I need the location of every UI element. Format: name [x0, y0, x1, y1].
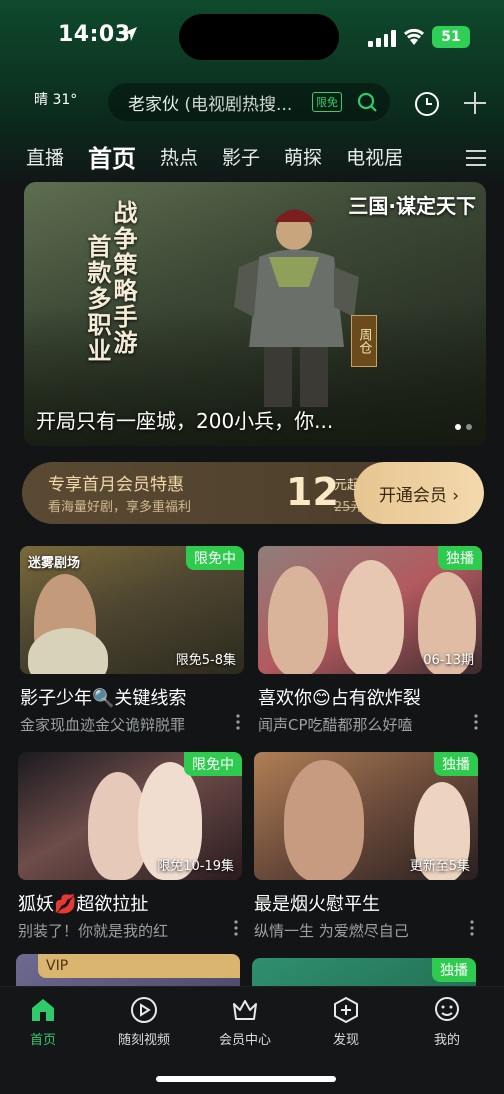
home-indicator[interactable]: [156, 1076, 336, 1082]
vip-price: 12: [286, 470, 339, 514]
thumbnail-figure: [338, 560, 404, 674]
video-card[interactable]: 限免中 限免10-19集 狐妖💋超欲拉扯 别装了！你就是我的红: [18, 752, 242, 941]
more-options-icon[interactable]: [230, 919, 242, 937]
thumbnail-figure: [268, 566, 328, 674]
more-options-icon[interactable]: [232, 713, 244, 731]
nav-vip-center[interactable]: 会员中心: [200, 995, 290, 1048]
more-options-icon[interactable]: [466, 919, 478, 937]
banner-dot-active: [455, 424, 461, 430]
search-query: 老家伙: [128, 94, 179, 115]
studio-label: 迷雾剧场: [28, 556, 81, 571]
search-placeholder: 老家伙 (电视剧热搜...: [128, 90, 308, 115]
episode-label: 更新至5集: [409, 859, 470, 874]
banner-pagination: [455, 424, 472, 430]
hero-banner[interactable]: 首款多职业 战争策略手游 三国·谋定天下 周仓 开局只有一座城，200小兵，你.…: [24, 182, 486, 446]
exclusive-badge: 独播: [438, 546, 482, 570]
tab-live[interactable]: 直播: [26, 143, 64, 170]
nav-label: 发现: [332, 1033, 359, 1048]
tab-home[interactable]: 首页: [88, 139, 136, 174]
video-subtitle: 金家现血迹金父诡辩脱罪: [20, 716, 186, 734]
episode-label: 限免10-19集: [157, 859, 234, 874]
banner-game-logo: 三国·谋定天下: [348, 194, 476, 218]
app-screen: 14:03 51 晴 31° 老家伙 (电视剧热搜... 限免 直播 首页 热点…: [0, 0, 504, 1094]
status-bar: 14:03 51: [0, 0, 504, 72]
location-arrow-icon: [123, 27, 137, 41]
vip-badge: VIP: [38, 954, 240, 978]
tab-yingzi[interactable]: 影子: [222, 143, 260, 170]
video-title: 最是烟火慰平生: [254, 894, 380, 915]
search-icon[interactable]: [356, 91, 378, 113]
menu-icon[interactable]: [464, 148, 488, 168]
episode-label: 限免5-8集: [175, 653, 236, 668]
episode-label: 06-13期: [423, 653, 474, 668]
search-free-tag: 限免: [312, 92, 342, 112]
banner-caption: 开局只有一座城，200小兵，你...: [36, 409, 334, 433]
video-thumbnail[interactable]: 独播 06-13期: [258, 546, 482, 674]
search-bar[interactable]: 老家伙 (电视剧热搜... 限免: [108, 83, 390, 121]
nav-label: 我的: [433, 1033, 460, 1048]
video-thumbnail[interactable]: 迷雾剧场 限免中 限免5-8集: [20, 546, 244, 674]
thumbnail-figure: [28, 628, 108, 674]
nav-me[interactable]: 我的: [402, 995, 492, 1048]
wifi-icon: [403, 28, 425, 45]
free-badge: 限免中: [186, 546, 244, 570]
thumbnail-figure: [284, 760, 364, 880]
banner-warrior-image: [234, 209, 359, 407]
banner-vertical-text-right: 战争策略手游: [109, 200, 137, 356]
open-vip-button[interactable]: 开通会员 ›: [354, 462, 484, 524]
nav-discover[interactable]: 发现: [301, 995, 391, 1048]
dynamic-island: [179, 14, 339, 60]
video-subtitle: 纵情一生 为爱燃尽自己: [254, 922, 409, 940]
banner-dot: [466, 424, 472, 430]
nav-label: 会员中心: [218, 1033, 271, 1048]
banner-character-tag: 周仓: [351, 315, 377, 367]
video-subtitle: 别装了！你就是我的红: [18, 922, 169, 940]
profile-icon: [435, 997, 459, 1021]
battery-icon: 51: [432, 26, 470, 48]
nav-home[interactable]: 首页: [0, 995, 88, 1048]
history-clock-icon[interactable]: [414, 91, 440, 117]
video-card[interactable]: 独播 更新至5集 最是烟火慰平生 纵情一生 为爱燃尽自己: [254, 752, 478, 941]
more-options-icon[interactable]: [470, 713, 482, 731]
status-time: 14:03: [58, 22, 131, 47]
nav-label: 随刻视频: [117, 1033, 170, 1048]
video-card[interactable]: 独播 06-13期 喜欢你😊占有欲炸裂 闻声CP吃醋都那么好嗑: [258, 546, 482, 735]
video-thumbnail[interactable]: 独播 更新至5集: [254, 752, 478, 880]
discover-plus-icon: [334, 997, 358, 1023]
nav-label: 首页: [29, 1033, 56, 1048]
vip-promo-strip[interactable]: 专享首月会员特惠 看海量好剧，享多重福利 12 元起 25元 开通会员 ›: [22, 462, 484, 524]
video-title: 影子少年🔍关键线索: [20, 688, 187, 709]
channel-tabs: 直播 首页 热点 影子 萌探 电视居: [26, 136, 496, 176]
tab-hot[interactable]: 热点: [160, 143, 198, 170]
free-badge: 限免中: [184, 752, 242, 776]
video-card[interactable]: 迷雾剧场 限免中 限免5-8集 影子少年🔍关键线索 金家现血迹金父诡辩脱罪: [20, 546, 244, 735]
video-title: 狐妖💋超欲拉扯: [18, 894, 149, 915]
search-hint: (电视剧热搜...: [184, 94, 293, 115]
nav-moment-video[interactable]: 随刻视频: [99, 995, 189, 1048]
video-subtitle: 闻声CP吃醋都那么好嗑: [258, 716, 413, 734]
home-icon: [32, 999, 54, 1021]
tab-mengtan[interactable]: 萌探: [284, 143, 322, 170]
play-circle-icon: [131, 997, 157, 1023]
video-title: 喜欢你😊占有欲炸裂: [258, 688, 421, 709]
weather-label[interactable]: 晴 31°: [26, 86, 85, 112]
exclusive-badge: 独播: [434, 752, 478, 776]
cellular-signal-icon: [368, 29, 396, 47]
vip-subtitle: 看海量好剧，享多重福利: [48, 500, 192, 515]
tab-tv[interactable]: 电视居: [346, 143, 403, 170]
video-thumbnail[interactable]: 限免中 限免10-19集: [18, 752, 242, 880]
crown-icon: [233, 1000, 257, 1020]
plus-icon[interactable]: [462, 90, 488, 116]
vip-title: 专享首月会员特惠: [48, 475, 184, 495]
exclusive-badge: 独播: [432, 958, 476, 982]
